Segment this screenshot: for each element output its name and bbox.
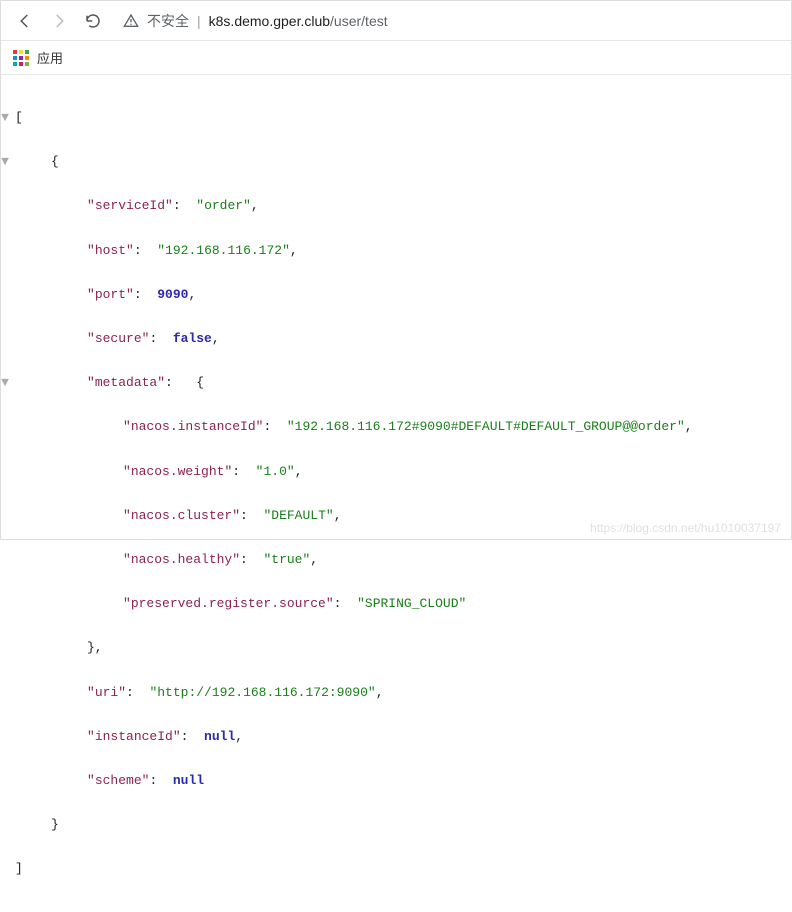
browser-toolbar: 不安全 | k8s.demo.gper.club/user/test bbox=[1, 1, 791, 41]
apps-label[interactable]: 应用 bbox=[37, 48, 63, 67]
url-text: k8s.demo.gper.club/user/test bbox=[209, 13, 388, 29]
url-divider: | bbox=[197, 13, 201, 29]
collapse-toggle-icon[interactable]: ▼ bbox=[0, 372, 11, 394]
insecure-label: 不安全 bbox=[147, 11, 189, 31]
reload-button[interactable] bbox=[79, 7, 107, 35]
insecure-warning-icon bbox=[123, 13, 139, 29]
apps-icon[interactable] bbox=[13, 50, 29, 66]
json-viewer: ▼[ ▼{ "serviceId": "order", "host": "192… bbox=[1, 75, 791, 912]
bookmarks-bar: 应用 bbox=[1, 41, 791, 75]
reload-icon bbox=[84, 12, 102, 30]
collapse-toggle-icon[interactable]: ▼ bbox=[0, 151, 11, 173]
forward-button[interactable] bbox=[45, 7, 73, 35]
address-bar[interactable]: 不安全 | k8s.demo.gper.club/user/test bbox=[113, 6, 781, 36]
arrow-right-icon bbox=[50, 12, 68, 30]
back-button[interactable] bbox=[11, 7, 39, 35]
arrow-left-icon bbox=[16, 12, 34, 30]
watermark: https://blog.csdn.net/hu1010037197 bbox=[590, 521, 781, 535]
collapse-toggle-icon[interactable]: ▼ bbox=[0, 107, 11, 129]
